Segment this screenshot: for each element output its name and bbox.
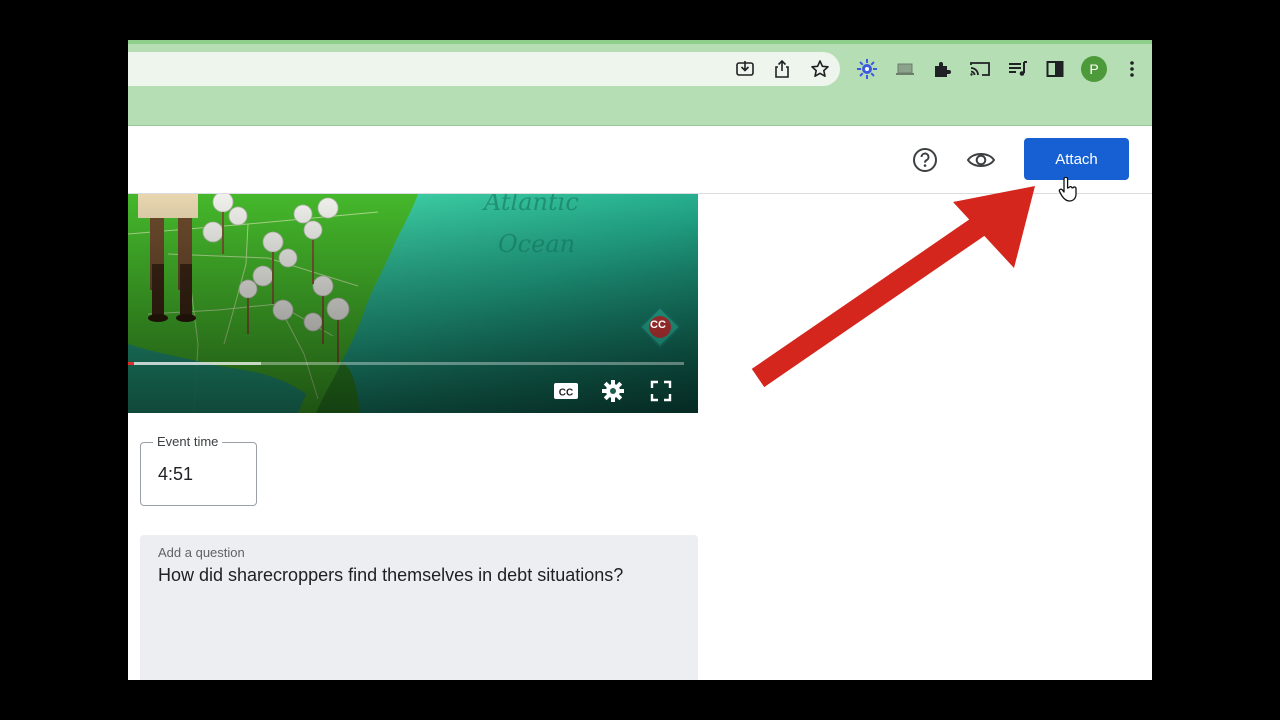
video-player[interactable]: Atlantic Ocean CC CC bbox=[128, 194, 698, 413]
laptop-icon[interactable] bbox=[892, 56, 918, 82]
captions-icon[interactable]: CC bbox=[552, 377, 580, 405]
attach-button[interactable]: Attach bbox=[1024, 138, 1129, 180]
question-text[interactable]: How did sharecroppers find themselves in… bbox=[158, 565, 623, 586]
hand-cursor-icon bbox=[1058, 177, 1077, 202]
cc-badge-text: CC bbox=[650, 319, 666, 331]
eye-icon[interactable] bbox=[966, 146, 996, 174]
reading-list-icon[interactable] bbox=[1005, 56, 1031, 82]
side-panel-icon[interactable] bbox=[1042, 56, 1068, 82]
fullscreen-icon[interactable] bbox=[647, 377, 675, 405]
map-label-atlantic: Atlantic bbox=[484, 194, 579, 216]
install-app-icon[interactable] bbox=[732, 56, 758, 82]
video-progress-bar[interactable] bbox=[128, 362, 684, 365]
map-label-ocean: Ocean bbox=[498, 230, 576, 258]
help-circle-icon[interactable] bbox=[911, 146, 939, 174]
question-label: Add a question bbox=[158, 545, 245, 560]
extensions-puzzle-icon[interactable] bbox=[929, 56, 955, 82]
share-icon[interactable] bbox=[769, 56, 795, 82]
event-time-field[interactable]: Event time 4:51 bbox=[140, 434, 257, 506]
browser-toolbar: P bbox=[128, 40, 1152, 126]
extension-sparkle-icon[interactable] bbox=[854, 56, 880, 82]
settings-gear-icon[interactable] bbox=[599, 377, 627, 405]
progress-buffered bbox=[128, 362, 262, 365]
svg-text:CC: CC bbox=[559, 388, 573, 399]
profile-avatar[interactable]: P bbox=[1081, 56, 1107, 82]
question-input[interactable]: Add a question How did sharecroppers fin… bbox=[140, 535, 698, 680]
annotation-arrow bbox=[751, 186, 1035, 388]
cast-icon[interactable] bbox=[967, 56, 993, 82]
event-time-label: Event time bbox=[153, 434, 223, 449]
screen-frame: P Attach Atlantic Ocean CC CC Event time… bbox=[128, 40, 1152, 680]
kebab-menu-icon[interactable] bbox=[1119, 56, 1145, 82]
event-time-value[interactable]: 4:51 bbox=[158, 464, 193, 485]
bookmark-star-icon[interactable] bbox=[807, 56, 833, 82]
progress-played bbox=[128, 362, 134, 365]
